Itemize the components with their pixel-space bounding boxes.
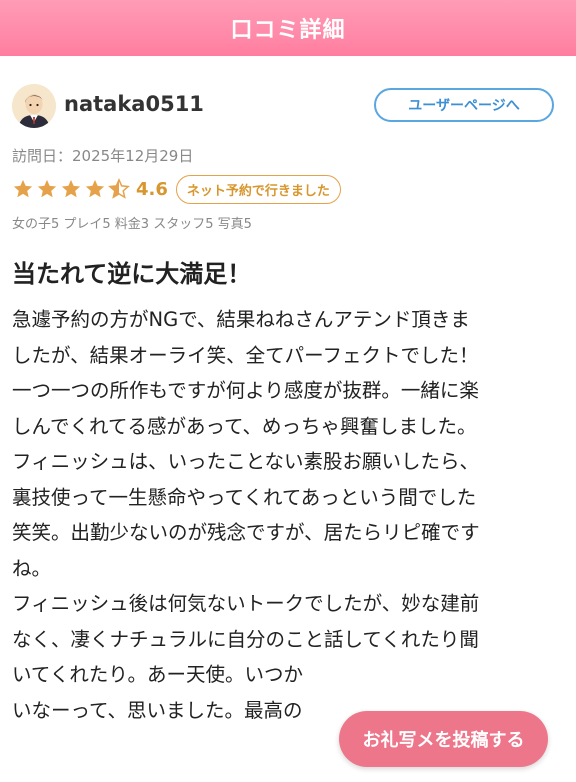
review-line: 裏技使って一生懸命やってくれてあっという間でした <box>12 485 477 509</box>
header-bar: 口コミ詳細 <box>0 0 576 56</box>
review-title: 当たれて逆に大満足！ <box>12 260 252 288</box>
user-page-button[interactable]: ユーザーページへ <box>374 88 554 122</box>
sub-scores: 女の子5 プレイ5 料金3 スタッフ5 写真5 <box>12 217 252 232</box>
review-line: なく、凄くナチュラルに自分のこと話してくれたり聞 <box>12 627 479 651</box>
review-line: 一つ一つの所作もですが何より感度が抜群。一緒に楽 <box>12 379 479 402</box>
reviewer-row: nataka0511 ユーザーページへ <box>12 84 562 130</box>
user-avatar-icon[interactable] <box>12 84 56 128</box>
star-icon <box>85 179 105 198</box>
star-icon <box>37 179 57 198</box>
username: nataka0511 <box>64 92 204 116</box>
review-line: 急遽予約の方がNGで、結果ねねさんアテンド頂きま <box>12 308 470 331</box>
review-line: 笑笑。出勤少ないのが残念ですが、居たらリピ確です <box>12 521 480 544</box>
review-line: しんでくれてる感があって、めっちゃ興奮しました。 <box>12 414 477 438</box>
page-title: 口コミ詳細 <box>230 18 346 43</box>
review-line: ね。 <box>12 556 52 580</box>
review-line: いてくれたり。あー天使。いつか <box>12 663 303 686</box>
post-thank-you-photo-button[interactable]: お礼写メを投稿する <box>339 711 548 767</box>
review-line: フィニッシュ後は何気ないトークでしたが、妙な建前 <box>12 592 480 615</box>
star-icon <box>61 179 81 198</box>
review-line: したが、結果オーライ笑、全てパーフェクトでした！ <box>12 343 479 367</box>
rating-row: 4.6 ネット予約で行きました <box>12 174 341 204</box>
rating-score: 4.6 <box>136 178 168 200</box>
star-rating <box>12 178 130 200</box>
half-star-icon <box>108 178 130 199</box>
star-icon <box>13 179 33 198</box>
visit-date: 訪問日：2025年12月29日 <box>12 147 194 165</box>
review-line: フィニッシュは、いったことない素股お願いしたら、 <box>12 450 480 473</box>
net-reservation-badge: ネット予約で行きました <box>175 174 341 204</box>
review-body: 急遽予約の方がNGで、結果ねねさんアテンド頂きま したが、結果オーライ笑、全てパ… <box>12 302 568 728</box>
